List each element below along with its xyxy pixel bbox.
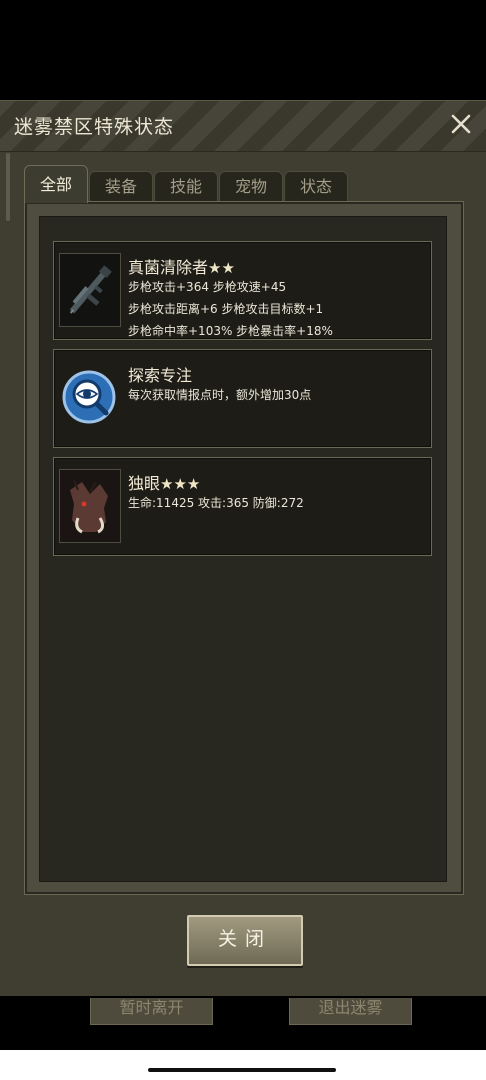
content-frame: 真菌清除者★★ 步枪攻击+364 步枪攻速+45 步枪攻击距离+6 步枪攻击目标…	[24, 201, 464, 895]
item-name: 探索专注	[128, 366, 193, 385]
item-title: 独眼★★★	[128, 470, 200, 494]
side-scroll-indicator	[6, 153, 10, 221]
system-home-bar	[0, 1050, 486, 1080]
star-rating: ★★	[208, 259, 235, 277]
list-item-equipment[interactable]: 真菌清除者★★ 步枪攻击+364 步枪攻速+45 步枪攻击距离+6 步枪攻击目标…	[53, 241, 432, 340]
item-title: 探索专注	[128, 362, 192, 386]
dialog-title: 迷雾禁区特殊状态	[14, 116, 175, 138]
status-list[interactable]: 真菌清除者★★ 步枪攻击+364 步枪攻速+45 步枪攻击距离+6 步枪攻击目标…	[39, 216, 447, 882]
rifle-icon	[59, 253, 121, 327]
list-item-pet[interactable]: 独眼★★★ 生命:11425 攻击:365 防御:272	[53, 457, 432, 556]
item-title: 真菌清除者★★	[128, 254, 235, 278]
leave-temporarily-button[interactable]: 暂时离开	[90, 998, 213, 1025]
tab-status[interactable]: 状态	[284, 171, 348, 202]
item-name: 独眼	[128, 474, 161, 493]
item-stat-line: 步枪攻击距离+6 步枪攻击目标数+1	[128, 302, 324, 316]
item-desc-line: 每次获取情报点时，额外增加30点	[128, 388, 312, 402]
exit-fog-button[interactable]: 退出迷雾	[289, 998, 412, 1025]
tab-equipment[interactable]: 装备	[89, 171, 153, 202]
status-dialog: 迷雾禁区特殊状态 全部 装备 技能 宠物 状态 真菌清除者★★ 步枪攻击+364…	[0, 100, 486, 996]
magnifier-eye-icon	[59, 361, 119, 433]
close-button[interactable]: 关闭	[187, 915, 303, 966]
item-stat-line: 步枪命中率+103% 步枪暴击率+18%	[128, 324, 333, 338]
item-stat-line: 生命:11425 攻击:365 防御:272	[128, 496, 304, 510]
tab-pets[interactable]: 宠物	[219, 171, 283, 202]
close-icon[interactable]	[446, 109, 476, 139]
item-stat-line: 步枪攻击+364 步枪攻速+45	[128, 280, 287, 294]
tab-skills[interactable]: 技能	[154, 171, 218, 202]
tab-all[interactable]: 全部	[24, 165, 88, 203]
item-name: 真菌清除者	[128, 258, 209, 277]
dialog-header: 迷雾禁区特殊状态	[0, 101, 486, 152]
home-indicator[interactable]	[148, 1068, 336, 1072]
list-item-skill[interactable]: 探索专注 每次获取情报点时，额外增加30点	[53, 349, 432, 448]
boar-pet-icon	[59, 469, 121, 543]
star-rating: ★★★	[160, 475, 201, 493]
